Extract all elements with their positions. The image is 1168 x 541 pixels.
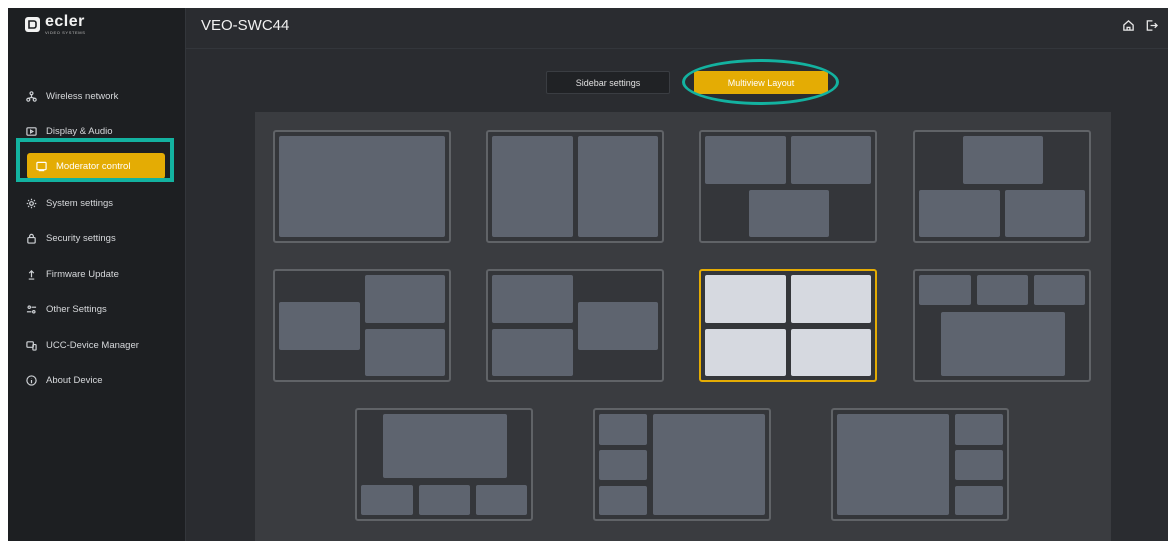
sidebar-item-firmware-update[interactable]: Firmware Update <box>25 264 185 284</box>
layout-pane <box>977 275 1028 305</box>
layout-option-two-left-one-right[interactable] <box>486 269 664 382</box>
layout-pane <box>919 190 1000 237</box>
sidebar-item-label: System settings <box>46 197 114 209</box>
layout-pane <box>955 450 1003 480</box>
sidebar-item-label: Wireless network <box>46 90 119 102</box>
sidebar-item-wireless-network[interactable]: Wireless network <box>25 86 185 106</box>
sidebar: ecler VIDEO SYSTEMS Wireless network Dis… <box>8 8 186 541</box>
sidebar-item-label: Security settings <box>46 232 116 244</box>
sidebar-item-moderator-control[interactable]: Moderator control <box>27 153 165 179</box>
layout-pane <box>919 275 971 305</box>
sliders-icon <box>25 303 37 315</box>
sidebar-item-about-device[interactable]: About Device <box>25 370 185 390</box>
sidebar-item-label: Firmware Update <box>46 268 119 280</box>
layout-grid-panel <box>255 112 1111 541</box>
layout-pane <box>279 302 360 350</box>
sidebar-item-ucc-device-manager[interactable]: UCC-Device Manager <box>25 335 185 355</box>
sidebar-item-label: About Device <box>46 374 103 386</box>
layout-pane <box>599 486 647 515</box>
logout-icon[interactable] <box>1145 19 1158 37</box>
layout-pane <box>941 312 1065 376</box>
layout-option-three-left-one-right[interactable] <box>593 408 771 521</box>
layout-pane <box>955 486 1003 515</box>
layout-pane <box>476 485 527 515</box>
layout-pane <box>791 275 871 323</box>
layout-pane <box>279 136 445 237</box>
layout-pane <box>365 275 445 323</box>
layout-pane <box>955 414 1003 445</box>
layout-pane <box>749 190 829 237</box>
sidebar-item-label: Moderator control <box>56 160 131 172</box>
layout-pane <box>791 136 871 184</box>
layout-pane <box>837 414 949 515</box>
display-icon <box>25 125 37 137</box>
layout-pane <box>653 414 765 515</box>
gear-icon <box>25 197 37 209</box>
info-icon <box>25 374 37 386</box>
layout-option-one-left-two-right[interactable] <box>273 269 451 382</box>
layout-pane <box>705 275 786 323</box>
devices-icon <box>25 339 37 351</box>
tab-sidebar-settings[interactable]: Sidebar settings <box>546 71 670 94</box>
logo: ecler VIDEO SYSTEMS <box>25 14 85 35</box>
layout-pane <box>705 136 786 184</box>
layout-pane <box>365 329 445 376</box>
layout-option-one-top-three-bottom[interactable] <box>355 408 533 521</box>
logo-word: ecler <box>45 13 85 30</box>
layout-option-one-top-two-bottom[interactable] <box>913 130 1091 243</box>
home-icon[interactable] <box>1122 19 1135 37</box>
sidebar-item-security-settings[interactable]: Security settings <box>25 228 185 248</box>
layout-pane <box>383 414 507 478</box>
logo-subtext: VIDEO SYSTEMS <box>45 30 86 35</box>
sidebar-item-label: UCC-Device Manager <box>46 339 139 351</box>
sidebar-item-label: Display & Audio <box>46 125 113 137</box>
layout-pane <box>599 450 647 480</box>
tab-multiview-layout[interactable]: Multiview Layout <box>694 71 828 94</box>
layout-pane <box>1005 190 1085 237</box>
layout-pane <box>1034 275 1085 305</box>
layout-option-one-left-three-right[interactable] <box>831 408 1009 521</box>
layout-pane <box>599 414 647 445</box>
sidebar-item-label: Other Settings <box>46 303 107 315</box>
network-icon <box>25 90 37 102</box>
layout-pane <box>578 136 658 237</box>
layout-option-quad[interactable] <box>699 269 877 382</box>
sidebar-item-other-settings[interactable]: Other Settings <box>25 299 185 319</box>
layout-pane <box>791 329 871 376</box>
layout-option-single[interactable] <box>273 130 451 243</box>
monitor-icon <box>35 160 47 172</box>
sidebar-item-system-settings[interactable]: System settings <box>25 193 185 213</box>
layout-option-dual-side-by-side[interactable] <box>486 130 664 243</box>
layout-pane <box>492 275 573 323</box>
sidebar-item-display-audio[interactable]: Display & Audio <box>25 121 185 141</box>
layout-pane <box>361 485 413 515</box>
lock-icon <box>25 232 37 244</box>
layout-pane <box>705 329 786 376</box>
layout-pane <box>419 485 470 515</box>
logo-mark-icon <box>25 17 40 32</box>
layout-option-three-top-one-bottom[interactable] <box>913 269 1091 382</box>
layout-pane <box>492 136 573 237</box>
layout-pane <box>963 136 1043 184</box>
upload-icon <box>25 268 37 280</box>
header: VEO-SWC44 <box>186 8 1168 49</box>
app-window: ecler VIDEO SYSTEMS Wireless network Dis… <box>8 8 1168 541</box>
layout-option-two-top-one-bottom[interactable] <box>699 130 877 243</box>
layout-pane <box>578 302 658 350</box>
layout-pane <box>492 329 573 376</box>
page-title: VEO-SWC44 <box>201 17 290 34</box>
